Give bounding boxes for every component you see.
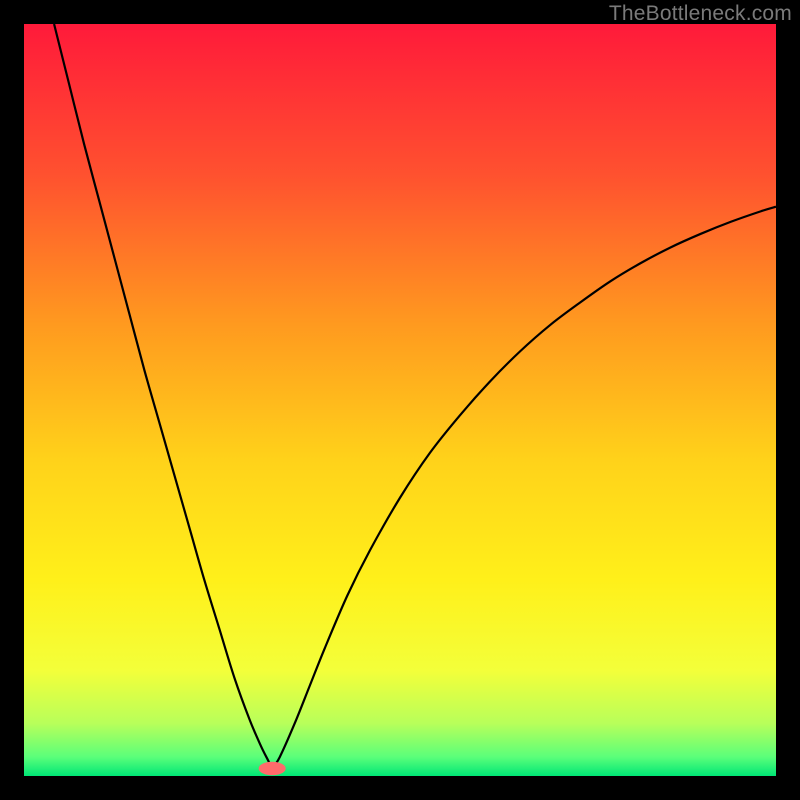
bottleneck-chart (24, 24, 776, 776)
gradient-background (24, 24, 776, 776)
watermark-label: TheBottleneck.com (609, 2, 792, 26)
dip-marker (259, 762, 286, 776)
chart-frame (24, 24, 776, 776)
